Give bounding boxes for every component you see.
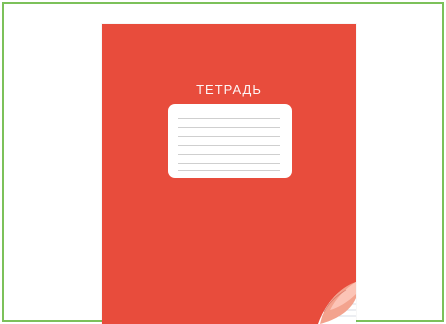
label-box xyxy=(168,104,292,178)
image-frame: ТЕТРАДЬ xyxy=(2,2,444,324)
label-line xyxy=(178,154,280,155)
cover-title: ТЕТРАДЬ xyxy=(196,82,262,97)
label-line xyxy=(178,118,280,119)
page-curl-icon xyxy=(300,268,356,324)
label-line xyxy=(178,127,280,128)
label-line xyxy=(178,170,280,171)
label-line xyxy=(178,163,280,164)
label-line xyxy=(178,136,280,137)
label-line xyxy=(178,145,280,146)
notebook-cover: ТЕТРАДЬ xyxy=(102,24,356,324)
